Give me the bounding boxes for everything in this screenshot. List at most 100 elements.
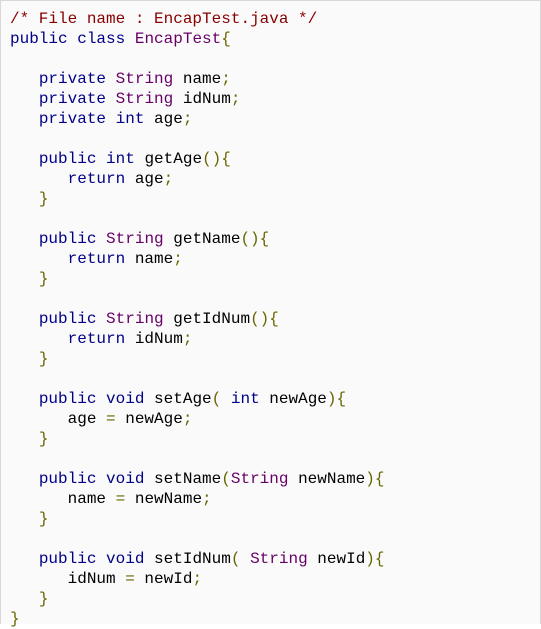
code-token: ; (230, 90, 241, 108)
code-line: private int age; (10, 109, 385, 129)
code-block: /* File name : EncapTest.java */public c… (0, 0, 541, 628)
code-line: private String name; (10, 69, 385, 89)
code-token: setName (144, 470, 222, 488)
code-token: public (38, 230, 97, 248)
code-line: public class EncapTest{ (10, 29, 385, 49)
code-token: public (38, 390, 97, 408)
code-token: int (115, 110, 145, 128)
code-token: return (67, 170, 126, 188)
code-token: ){ (365, 470, 385, 488)
code-token: age (125, 170, 164, 188)
code-token: void (106, 550, 145, 568)
code-line: return age; (10, 169, 385, 189)
code-token: return (67, 250, 126, 268)
code-token: public (38, 550, 97, 568)
code-token: newId (134, 570, 193, 588)
code-token: } (38, 190, 49, 208)
code-token: name (10, 490, 116, 508)
code-token: (){ (250, 310, 279, 328)
code-token: ; (221, 70, 231, 88)
code-token: /* File name : EncapTest.java */ (10, 10, 318, 28)
code-token: ; (182, 410, 193, 428)
code-line: /* File name : EncapTest.java */ (10, 9, 385, 29)
code-token: = (125, 570, 135, 588)
code-token: age (10, 410, 107, 428)
code-line: public String getName(){ (10, 229, 385, 249)
code-token: String (115, 70, 174, 88)
code-token: ; (163, 170, 174, 188)
code-token: idNum (125, 330, 183, 348)
code-line: public void setName(String newName){ (10, 469, 385, 489)
code-token: String (115, 90, 174, 108)
code-token: String (250, 550, 308, 568)
code-token: ; (182, 110, 193, 128)
code-line: } (10, 429, 385, 449)
code-token: ){ (365, 550, 385, 568)
code-token: idNum (10, 570, 126, 588)
code-token: ; (202, 490, 212, 508)
code-token: String (230, 470, 289, 488)
code-token: } (10, 610, 20, 628)
code-token: getAge (134, 150, 203, 168)
code-token: (){ (240, 230, 270, 248)
code-line: return idNum; (10, 329, 385, 349)
code-line: } (10, 349, 385, 369)
code-token: } (38, 430, 49, 448)
code-token: newName (125, 490, 203, 508)
code-line: public String getIdNum(){ (10, 309, 385, 329)
code-token: ( (221, 470, 231, 488)
code-token: class (77, 30, 126, 48)
code-token: return (67, 330, 126, 348)
code-token: = (106, 410, 116, 428)
code-token: private (38, 70, 107, 88)
code-token: { (221, 30, 231, 48)
code-token: newAge (259, 390, 327, 408)
code-token: setIdNum (144, 550, 231, 568)
code-listing: /* File name : EncapTest.java */public c… (10, 9, 385, 629)
code-line: public int getAge(){ (10, 149, 385, 169)
code-token: newId (307, 550, 366, 568)
code-line: } (10, 509, 385, 529)
code-line: private String idNum; (10, 89, 385, 109)
code-token: ( (211, 390, 222, 408)
code-token: = (115, 490, 126, 508)
code-token: String (106, 230, 164, 248)
code-token: void (106, 470, 145, 488)
code-token: } (38, 270, 49, 288)
code-token: ){ (326, 390, 347, 408)
code-token: } (38, 350, 49, 368)
code-token: newAge (115, 410, 183, 428)
code-line: } (10, 269, 385, 289)
code-token: } (38, 590, 49, 608)
code-token: getName (163, 230, 241, 248)
code-token: void (106, 390, 145, 408)
code-line: age = newAge; (10, 409, 385, 429)
code-line: return name; (10, 249, 385, 269)
code-token: public (10, 30, 68, 48)
code-token: (){ (202, 150, 231, 168)
code-token: name (173, 70, 222, 88)
